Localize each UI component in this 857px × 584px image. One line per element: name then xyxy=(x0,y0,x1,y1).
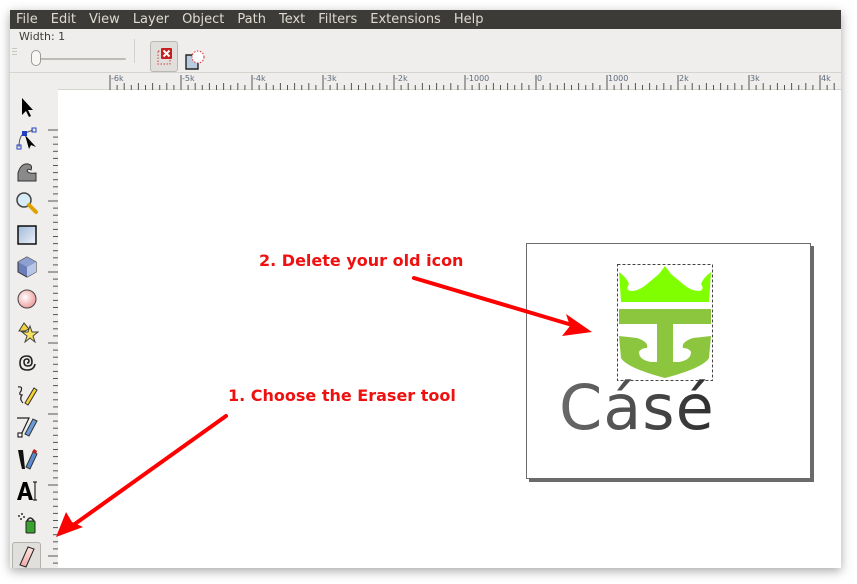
arrow-to-eraser xyxy=(56,414,228,537)
arrow-to-icon xyxy=(412,276,592,336)
annotation-step-1: 1. Choose the Eraser tool xyxy=(228,386,456,405)
annotation-step-2: 2. Delete your old icon xyxy=(259,251,464,270)
annotation-arrows xyxy=(56,276,592,537)
